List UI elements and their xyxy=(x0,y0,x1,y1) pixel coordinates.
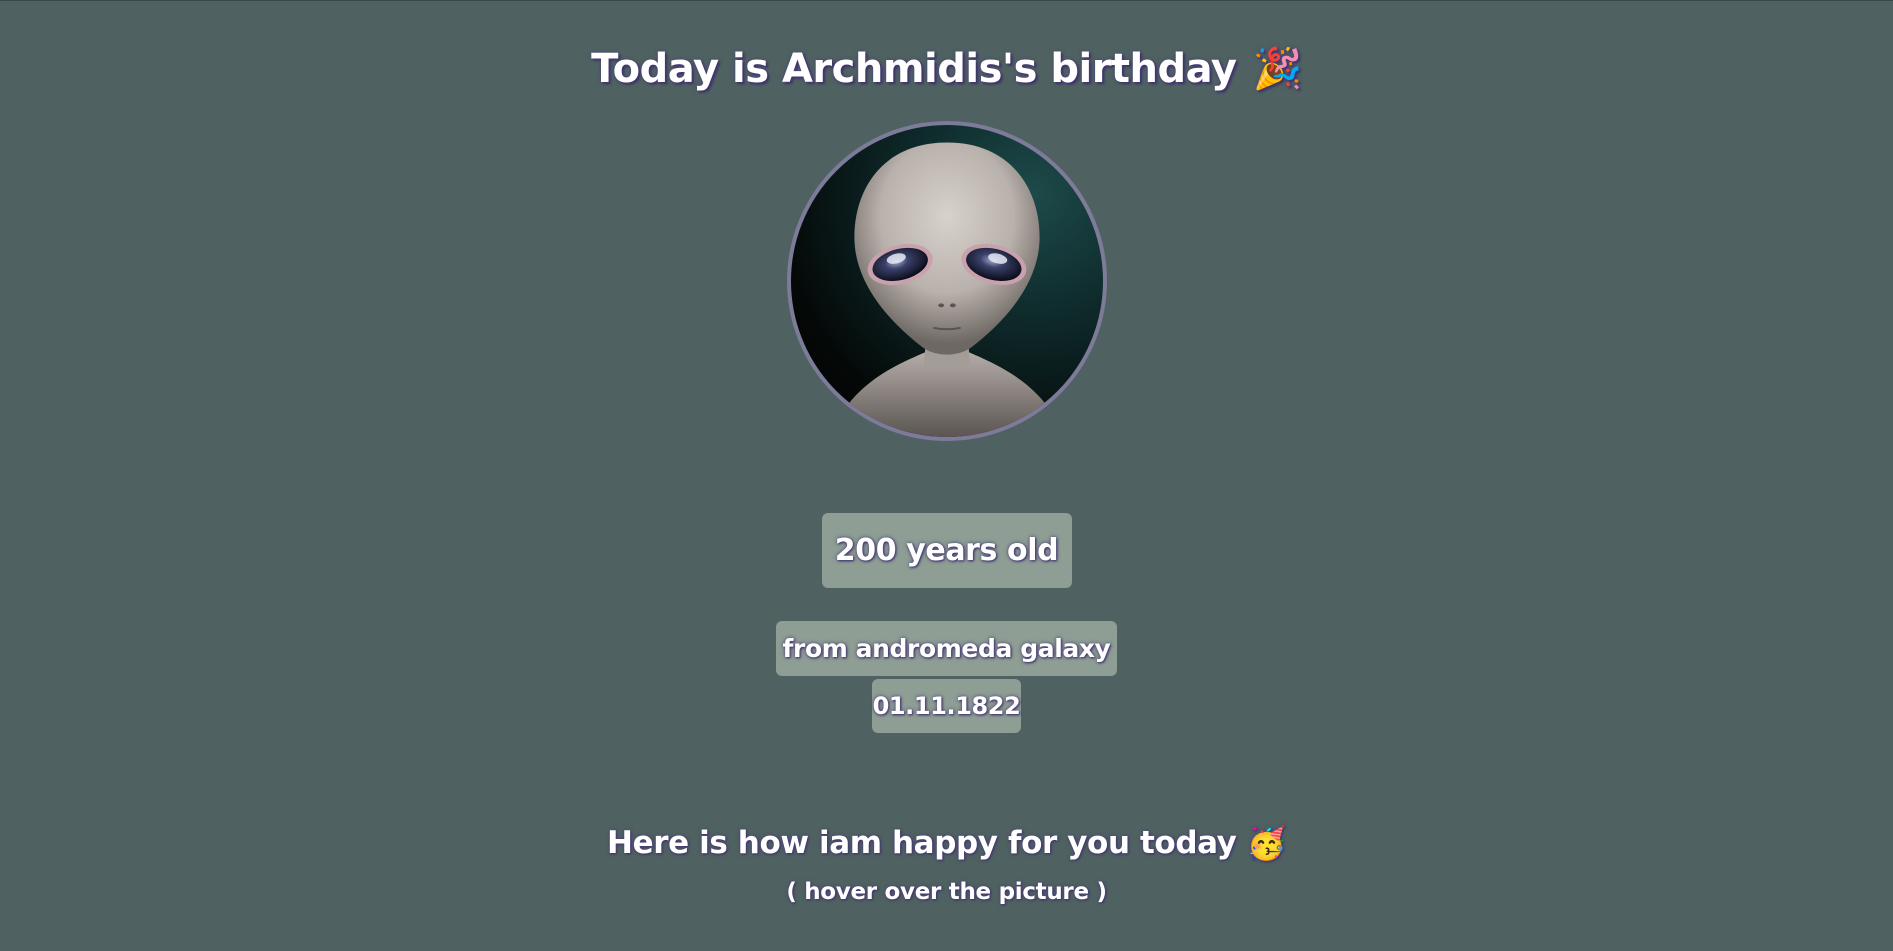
page-title: Today is Archmidis's birthday 🎉 xyxy=(591,41,1302,97)
age-badge: 200 years old xyxy=(821,513,1072,588)
party-face-icon: 🥳 xyxy=(1246,824,1287,862)
party-popper-icon: 🎉 xyxy=(1252,46,1303,92)
birthday-page: Today is Archmidis's birthday 🎉 200 year… xyxy=(0,1,1893,951)
happy-message-text: Here is how iam happy for you today xyxy=(607,825,1237,861)
alien-portrait[interactable] xyxy=(786,121,1107,441)
alien-portrait-icon xyxy=(829,142,1064,437)
happy-message: Here is how iam happy for you today 🥳 xyxy=(607,821,1286,865)
birthdate-badge: 01.11.1822 xyxy=(872,679,1021,733)
title-text: Today is Archmidis's birthday xyxy=(591,46,1237,92)
hover-hint: ( hover over the picture ) xyxy=(786,879,1107,905)
origin-badge: from andromeda galaxy xyxy=(776,621,1117,676)
